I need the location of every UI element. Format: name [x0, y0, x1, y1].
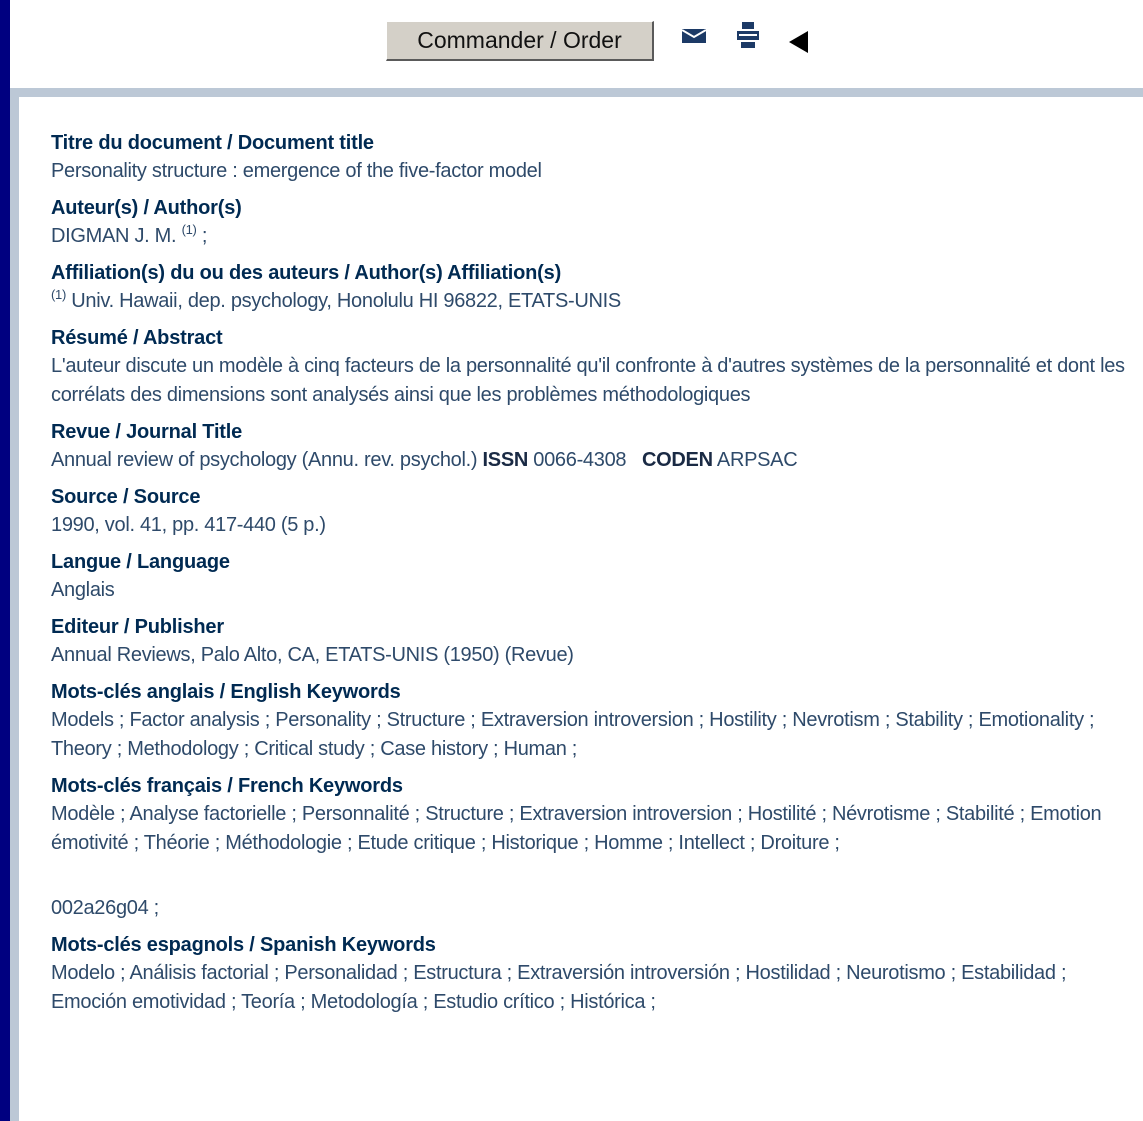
authors-label: Auteur(s) / Author(s)	[51, 197, 242, 219]
french-keywords-field: Mots-clés français / French Keywords Mod…	[51, 772, 1141, 858]
classification-code-field: 002a26g04 ;	[51, 894, 1141, 923]
spanish-keywords-label: Mots-clés espagnols / Spanish Keywords	[51, 934, 436, 956]
author-separator: ;	[201, 225, 208, 247]
journal-title: Annual review of psychology (Annu. rev. …	[51, 449, 478, 471]
journal-field: Revue / Journal Title Annual review of p…	[51, 418, 1141, 475]
toolbar: Commander / Order	[10, 0, 1143, 88]
document-title: Personality structure : emergence of the…	[51, 160, 542, 182]
english-keywords-field: Mots-clés anglais / English Keywords Mod…	[51, 678, 1141, 764]
english-keywords: Models ; Factor analysis ; Personality ;…	[51, 709, 1095, 760]
issn-label: ISSN	[482, 449, 529, 471]
record-panel: Titre du document / Document title Perso…	[19, 97, 1143, 1121]
issn-value: 0066-4308	[533, 449, 627, 471]
journal-label: Revue / Journal Title	[51, 421, 243, 443]
authors-field: Auteur(s) / Author(s) DIGMAN J. M. (1) ;	[51, 194, 1141, 251]
source-field: Source / Source 1990, vol. 41, pp. 417-4…	[51, 483, 1141, 540]
source-value: 1990, vol. 41, pp. 417-440 (5 p.)	[51, 514, 326, 536]
abstract-field: Résumé / Abstract L'auteur discute un mo…	[51, 324, 1141, 410]
french-keywords-label: Mots-clés français / French Keywords	[51, 775, 403, 797]
record-details: Titre du document / Document title Perso…	[51, 129, 1141, 1025]
spanish-keywords-field: Mots-clés espagnols / Spanish Keywords M…	[51, 931, 1141, 1017]
affiliation-field: Affiliation(s) du ou des auteurs / Autho…	[51, 259, 1141, 316]
record-frame: Titre du document / Document title Perso…	[10, 88, 1143, 1121]
affiliation-value: (1) Univ. Hawaii, dep. psychology, Honol…	[51, 287, 1141, 316]
publisher-field: Editeur / Publisher Annual Reviews, Palo…	[51, 613, 1141, 670]
order-button[interactable]: Commander / Order	[386, 21, 654, 61]
coden-label: CODEN	[642, 449, 713, 471]
print-icon[interactable]	[737, 22, 759, 53]
journal-value: Annual review of psychology (Annu. rev. …	[51, 446, 1141, 475]
language-field: Langue / Language Anglais	[51, 548, 1141, 605]
title-label: Titre du document / Document title	[51, 132, 374, 154]
back-arrow-icon[interactable]	[789, 31, 809, 58]
language-value: Anglais	[51, 579, 115, 601]
publisher-label: Editeur / Publisher	[51, 616, 224, 638]
french-keywords: Modèle ; Analyse factorielle ; Personnal…	[51, 803, 1102, 854]
classification-code: 002a26g04 ;	[51, 897, 159, 919]
affiliation-label: Affiliation(s) du ou des auteurs / Autho…	[51, 262, 562, 284]
author-affiliation-ref: (1)	[181, 222, 197, 237]
abstract-text: L'auteur discute un modèle à cinq facteu…	[51, 355, 1125, 406]
spanish-keywords: Modelo ; Análisis factorial ; Personalid…	[51, 962, 1067, 1013]
authors-value: DIGMAN J. M. (1) ;	[51, 222, 1141, 251]
affiliation-text: Univ. Hawaii, dep. psychology, Honolulu …	[71, 290, 621, 312]
coden-value: ARPSAC	[716, 449, 798, 471]
affiliation-ref: (1)	[51, 287, 66, 302]
abstract-label: Résumé / Abstract	[51, 327, 223, 349]
language-label: Langue / Language	[51, 551, 230, 573]
title-field: Titre du document / Document title Perso…	[51, 129, 1141, 186]
mail-icon[interactable]	[681, 27, 707, 48]
publisher-value: Annual Reviews, Palo Alto, CA, ETATS-UNI…	[51, 644, 574, 666]
english-keywords-label: Mots-clés anglais / English Keywords	[51, 681, 401, 703]
author-name[interactable]: DIGMAN J. M.	[51, 225, 177, 247]
source-label: Source / Source	[51, 486, 201, 508]
